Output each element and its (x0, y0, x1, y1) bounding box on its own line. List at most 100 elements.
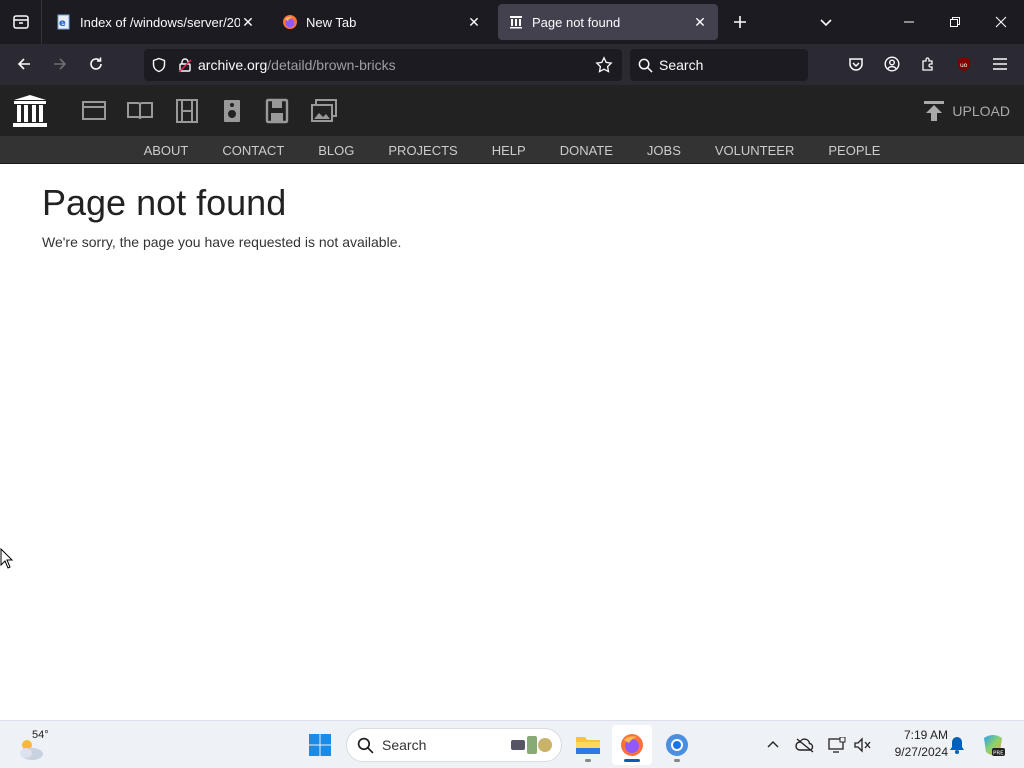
nav-link-about[interactable]: ABOUT (144, 143, 189, 158)
app-menu-button[interactable] (986, 50, 1014, 78)
running-indicator (674, 759, 680, 762)
onedrive-tray-icon[interactable] (793, 733, 817, 757)
pocket-button[interactable] (842, 50, 870, 78)
minimize-button[interactable] (886, 0, 932, 44)
url-path: /detaild/brown-bricks (267, 57, 396, 73)
firefox-taskbar-button[interactable] (612, 725, 652, 765)
browser-nav-bar: archive.org/detaild/brown-bricks Search … (0, 44, 1024, 85)
texts-icon[interactable] (126, 98, 154, 124)
search-icon (638, 58, 653, 73)
page-title: Page not found (42, 182, 287, 223)
start-button[interactable] (300, 725, 340, 765)
firefox-icon (283, 15, 297, 29)
upload-label: UPLOAD (952, 103, 1010, 119)
reload-icon (90, 57, 102, 70)
taskbar-search[interactable]: Search (346, 728, 562, 762)
windows-logo-icon (309, 734, 331, 756)
archive-sub-nav: ABOUT CONTACT BLOG PROJECTS HELP DONATE … (0, 136, 1024, 164)
mouse-cursor-icon (0, 548, 14, 569)
clock-date: 9/27/2024 (894, 745, 948, 759)
close-window-button[interactable] (978, 0, 1024, 44)
error-message: We're sorry, the page you have requested… (42, 234, 402, 250)
nav-link-volunteer[interactable]: VOLUNTEER (715, 143, 794, 158)
chevron-up-icon (767, 741, 779, 748)
network-tray-icon[interactable] (825, 733, 849, 757)
bookmark-star-icon[interactable] (592, 53, 616, 77)
tab-index-windows-server[interactable]: e Index of /windows/server/2003/ ✕ (46, 4, 266, 40)
shield-icon[interactable] (144, 49, 174, 81)
active-app-indicator (624, 759, 640, 762)
nav-link-help[interactable]: HELP (492, 143, 526, 158)
show-hidden-icons-button[interactable] (761, 733, 785, 757)
address-bar[interactable]: archive.org/detaild/brown-bricks (144, 49, 622, 81)
back-button[interactable] (8, 48, 40, 80)
upload-button[interactable]: UPLOAD (922, 99, 1010, 123)
reload-button[interactable] (80, 48, 112, 80)
search-placeholder: Search (659, 57, 704, 73)
tab-page-not-found[interactable]: Page not found ✕ (498, 4, 718, 40)
nav-link-people[interactable]: PEOPLE (828, 143, 880, 158)
system-clock[interactable]: 7:19 AM 9/27/2024 (878, 727, 948, 761)
archive-top-nav: UPLOAD (0, 85, 1024, 136)
svg-text:uo: uo (960, 62, 968, 69)
ublock-button[interactable]: uo (950, 50, 978, 78)
close-icon (995, 16, 1007, 28)
archive-icon (510, 16, 522, 29)
search-highlight-icon (511, 736, 552, 754)
firefox-icon (621, 734, 643, 756)
forward-button[interactable] (44, 48, 76, 80)
list-all-tabs-button[interactable] (812, 8, 840, 36)
taskbar-search-placeholder: Search (382, 737, 427, 753)
images-icon[interactable] (310, 98, 338, 124)
audio-icon[interactable] (218, 98, 246, 124)
weather-widget[interactable]: 54° (16, 727, 56, 765)
hamburger-menu-icon (993, 58, 1007, 70)
bell-icon (950, 737, 964, 754)
nav-link-jobs[interactable]: JOBS (647, 143, 681, 158)
url-text: archive.org/detaild/brown-bricks (198, 57, 396, 73)
weather-temp: 54° (32, 729, 49, 741)
extensions-button[interactable] (914, 50, 942, 78)
web-icon[interactable] (80, 98, 108, 124)
notifications-button[interactable] (945, 733, 969, 757)
running-indicator (585, 759, 591, 762)
internet-archive-logo[interactable] (12, 93, 48, 129)
account-button[interactable] (878, 50, 906, 78)
browser-app-icon (666, 734, 688, 756)
account-icon (884, 56, 900, 72)
restore-button[interactable] (932, 0, 978, 44)
close-tab-icon[interactable]: ✕ (466, 14, 482, 30)
tab-new-tab[interactable]: New Tab ✕ (272, 4, 492, 40)
url-host: archive.org (198, 57, 268, 73)
tab-title: Page not found (532, 14, 621, 30)
close-tab-icon[interactable]: ✕ (240, 14, 256, 30)
copilot-button[interactable]: PRE (980, 732, 1006, 758)
search-bar[interactable]: Search (630, 49, 808, 81)
nav-link-contact[interactable]: CONTACT (222, 143, 284, 158)
video-icon[interactable] (173, 98, 201, 124)
nav-link-projects[interactable]: PROJECTS (388, 143, 457, 158)
minimize-icon (904, 21, 914, 23)
volume-tray-icon[interactable] (851, 733, 875, 757)
nav-link-blog[interactable]: BLOG (318, 143, 354, 158)
pocket-icon (849, 58, 863, 71)
firefox-view-button[interactable] (0, 0, 42, 44)
ie-page-icon: e (57, 14, 70, 30)
upload-icon (924, 101, 945, 121)
lock-icon[interactable] (174, 49, 196, 81)
new-tab-button[interactable] (726, 8, 754, 36)
chrome-taskbar-button[interactable] (657, 725, 697, 765)
speaker-muted-icon (854, 737, 871, 753)
arrow-left-icon (17, 58, 30, 70)
plus-icon (734, 16, 746, 28)
clock-time: 7:19 AM (903, 728, 948, 742)
close-tab-icon[interactable]: ✕ (692, 14, 708, 30)
software-icon[interactable] (263, 98, 291, 124)
nav-link-donate[interactable]: DONATE (560, 143, 613, 158)
file-explorer-button[interactable] (568, 725, 608, 765)
page-content: Page not found We're sorry, the page you… (42, 182, 401, 250)
ublock-origin-icon: uo (958, 57, 970, 71)
puzzle-icon (922, 57, 933, 71)
chevron-down-icon (820, 19, 832, 27)
monitor-icon (828, 737, 846, 753)
